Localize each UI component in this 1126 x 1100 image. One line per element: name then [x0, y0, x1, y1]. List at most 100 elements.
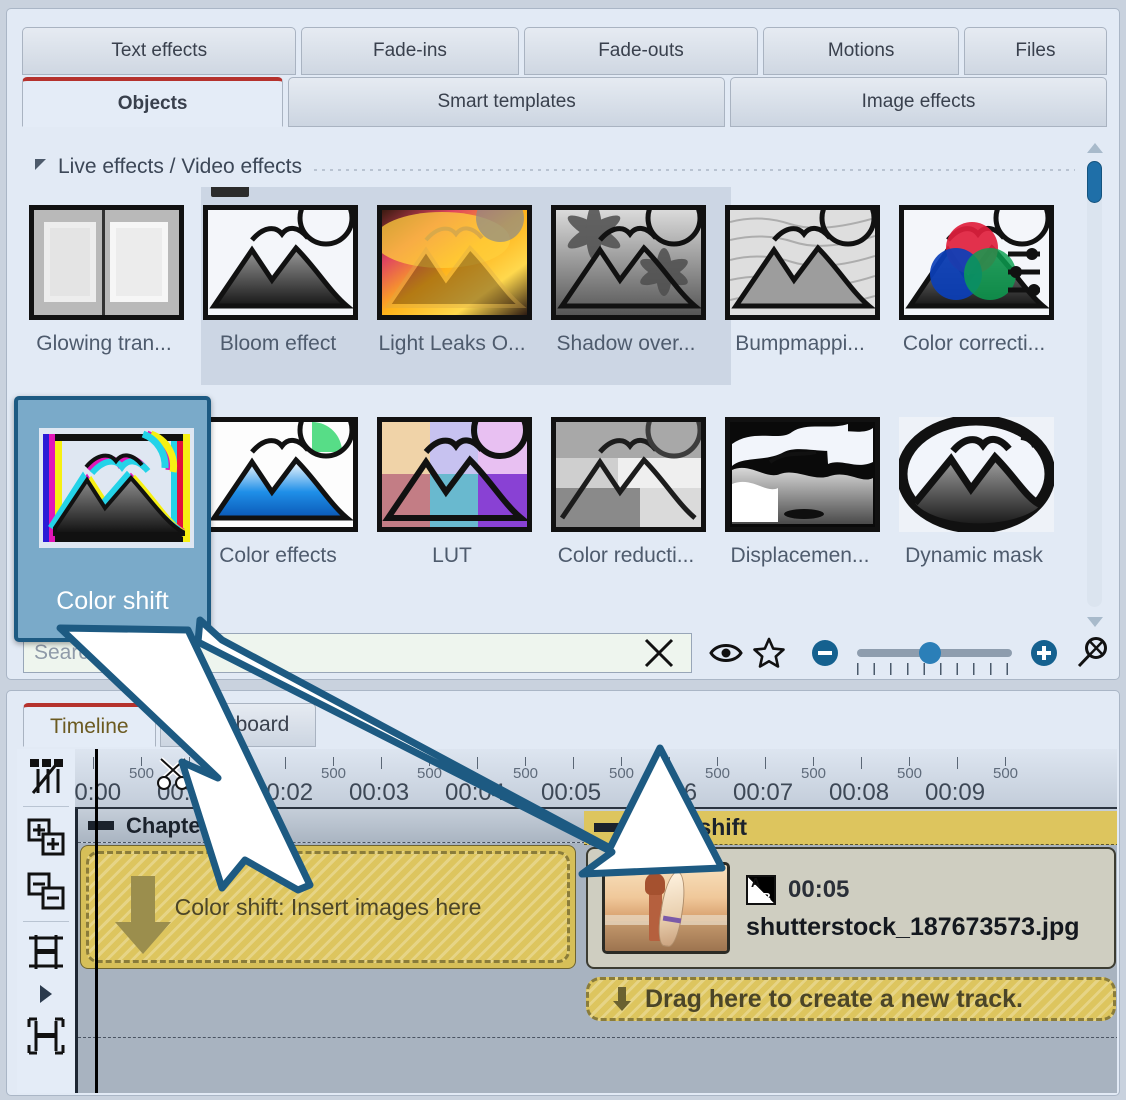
tab-fade-ins[interactable]: Fade-ins — [301, 27, 519, 75]
color-correction-thumb — [899, 205, 1054, 320]
effect-item-shadow-over[interactable]: Shadow over... — [551, 205, 706, 356]
effects-scrollbar[interactable] — [1083, 139, 1105, 631]
clip-thumbnail — [602, 862, 730, 954]
timeline-clip[interactable]: A B 00:05 shutterstock_187673573.jpg — [586, 847, 1116, 969]
effect-item-dynamic-mask[interactable]: Dynamic mask — [899, 417, 1054, 568]
expand-arrow-icon[interactable] — [17, 979, 75, 1009]
ruler-time-label: 00:00 — [75, 779, 122, 806]
secondary-tab-row: Objects Smart templates Image effects — [22, 77, 1107, 127]
timeline-toolbar — [17, 749, 75, 1093]
effect-item-glowing-tran[interactable]: Glowing tran... — [29, 205, 184, 356]
tab-storyboard[interactable]: Storyboard — [159, 703, 317, 747]
effect-item-color-effects[interactable]: Color effects — [203, 417, 358, 568]
bloom-effect-thumb — [203, 205, 358, 320]
ruler-sub-label: 500 — [609, 765, 635, 782]
color-reduction-thumb — [551, 417, 706, 532]
eye-icon[interactable] — [704, 633, 748, 673]
zoom-out-button[interactable] — [803, 633, 847, 673]
ruler-sub-label: 500 — [897, 765, 923, 782]
track-divider — [78, 1037, 1117, 1038]
effect-label: Color effects — [219, 544, 337, 567]
plus-circle-icon[interactable] — [1030, 640, 1057, 666]
arrow-down-icon — [613, 987, 631, 1011]
ruler-sub-label: 500 — [417, 765, 443, 782]
section-header[interactable]: Live effects / Video effects — [35, 151, 1075, 183]
effect-item-lut[interactable]: LUT — [377, 417, 532, 568]
collapse-triangle-icon[interactable] — [35, 158, 46, 170]
clip-filename: shutterstock_187673573.jpg — [746, 912, 1080, 941]
clear-x-icon[interactable] — [637, 633, 681, 673]
clip-metadata: A B 00:05 shutterstock_187673573.jpg — [746, 874, 1080, 942]
search-placeholder: Search — [34, 641, 101, 664]
effect-item-color-reducti[interactable]: Color reducti... — [551, 417, 706, 568]
zoom-slider-ticks — [856, 663, 1012, 675]
insert-images-drop-zone[interactable]: Color shift: Insert images here — [86, 851, 570, 963]
tab-image-effects[interactable]: Image effects — [730, 77, 1107, 127]
effect-track-header[interactable]: Color shift — [584, 811, 1117, 845]
ruler-time-label: 00:04 — [445, 779, 506, 806]
cut-scissors-icon[interactable] — [155, 753, 199, 793]
arrow-down-icon — [115, 876, 171, 954]
lut-thumb — [377, 417, 532, 532]
fit-vertical-icon[interactable] — [17, 925, 75, 979]
ruler-tick — [669, 757, 670, 769]
timeline-panel: TimelineStoryboard 00:0050000:0150000:02… — [6, 690, 1120, 1096]
ruler-sub-label: 500 — [129, 765, 155, 782]
dragged-effect-tile[interactable]: Color shift — [14, 396, 211, 642]
tab-objects[interactable]: Objects — [22, 77, 284, 127]
collapse-effect-track-icon[interactable] — [594, 823, 620, 832]
remove-object-icon[interactable] — [17, 864, 75, 918]
tab-text-effects[interactable]: Text effects — [22, 27, 297, 75]
effect-item-bumpmappi[interactable]: Bumpmappi... — [725, 205, 880, 356]
tab-fade-outs[interactable]: Fade-outs — [523, 27, 759, 75]
effect-item-displacemen[interactable]: Displacemen... — [725, 417, 880, 568]
minus-circle-icon[interactable] — [812, 640, 838, 666]
collapse-chapter-icon[interactable] — [88, 821, 114, 830]
new-track-drop-zone[interactable]: Drag here to create a new track. — [586, 977, 1116, 1021]
tab-files[interactable]: Files — [963, 27, 1107, 75]
effect-item-bloom-effect[interactable]: Bloom effect — [203, 187, 358, 356]
effect-track-title: Color shift — [632, 814, 747, 840]
range-markers-icon[interactable] — [203, 755, 251, 789]
tab-smart-templates[interactable]: Smart templates — [288, 77, 726, 127]
playhead[interactable] — [95, 749, 98, 1093]
scroll-down-arrow-icon[interactable] — [1087, 617, 1103, 627]
effect-collapse-minus-icon[interactable] — [211, 187, 249, 197]
scroll-up-arrow-icon[interactable] — [1087, 143, 1103, 153]
timeline-tab-row: Timeline Storyboard — [23, 703, 317, 747]
zoom-slider-knob[interactable] — [918, 642, 941, 664]
chapter-label: Chapter — [126, 812, 210, 838]
ruler-time-label: 00:08 — [829, 779, 890, 806]
scrollbar-thumb[interactable] — [1087, 161, 1102, 203]
tab-motions[interactable]: Motions — [763, 27, 959, 75]
toolbar-divider-2 — [23, 921, 69, 922]
color-effects-thumb — [203, 417, 358, 532]
ruler-tick — [93, 757, 94, 769]
star-icon[interactable] — [748, 633, 792, 673]
timeline-body: 00:0050000:0150000:0250000:0350000:04500… — [75, 749, 1117, 1093]
fit-all-icon[interactable] — [17, 1009, 75, 1063]
tab-timeline[interactable]: Timeline — [23, 703, 156, 747]
zoom-slider-track[interactable] — [856, 642, 1012, 675]
effect-label: Glowing tran... — [36, 332, 172, 355]
effect-label: Dynamic mask — [905, 544, 1043, 567]
effect-label: LUT — [432, 544, 472, 567]
magnifier-reset-icon[interactable] — [1071, 633, 1115, 673]
ruler-time-label: 00:05 — [541, 779, 602, 806]
dragged-tile-label: Color shift — [56, 587, 169, 615]
scrollbar-track[interactable] — [1087, 161, 1102, 607]
primary-tab-row: Text effects Fade-ins Fade-outs Motions File… — [22, 27, 1107, 75]
ruler-tick — [861, 757, 862, 769]
effect-item-color-correcti[interactable]: Color correcti... — [899, 205, 1054, 356]
effect-label: Color correcti... — [902, 332, 1046, 355]
color-shift-thumb — [39, 428, 194, 548]
drop-zone-label: Color shift: Insert images here — [174, 893, 482, 920]
split-object-icon[interactable] — [17, 749, 75, 803]
zoom-slider[interactable] — [856, 642, 1012, 675]
clip-duration: 00:05 — [788, 875, 850, 903]
add-object-icon[interactable] — [17, 810, 75, 864]
dynamic-mask-thumb — [899, 417, 1054, 532]
effect-item-light-leaks-o[interactable]: Light Leaks O... — [377, 205, 532, 356]
ruler-time-label: 00:03 — [349, 779, 410, 806]
zoom-in-button[interactable] — [1022, 633, 1066, 673]
